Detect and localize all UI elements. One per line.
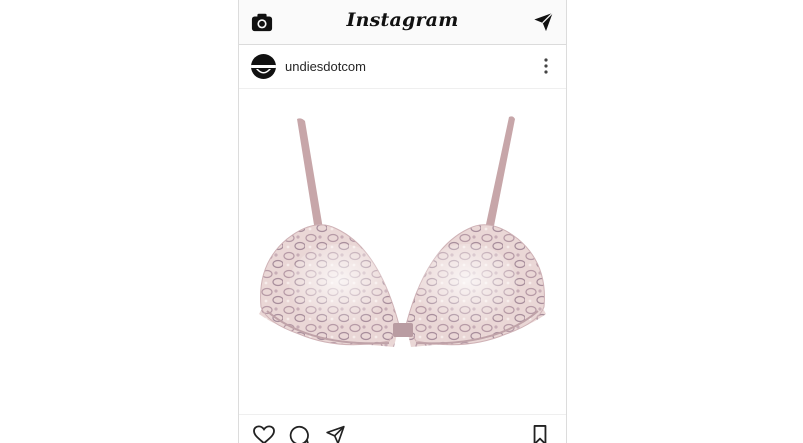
more-options-icon[interactable] [544, 58, 548, 74]
undies-logo-icon [251, 65, 276, 74]
comment-icon[interactable] [289, 425, 310, 443]
top-navigation-bar: Instagram [239, 0, 566, 45]
bra-product-image [259, 116, 546, 347]
paper-plane-icon[interactable] [533, 12, 554, 32]
avatar[interactable] [251, 54, 276, 79]
heart-icon[interactable] [253, 425, 275, 443]
post-header: undiesdotcom [239, 45, 566, 89]
bookmark-icon[interactable] [532, 425, 548, 443]
instagram-app-frame: Instagram undiesdotcom [238, 0, 567, 443]
paper-plane-icon[interactable] [325, 425, 346, 443]
post-username[interactable]: undiesdotcom [285, 59, 366, 74]
post-image[interactable] [239, 89, 566, 414]
app-title: Instagram [346, 9, 459, 31]
post-actions-bar [239, 414, 566, 443]
